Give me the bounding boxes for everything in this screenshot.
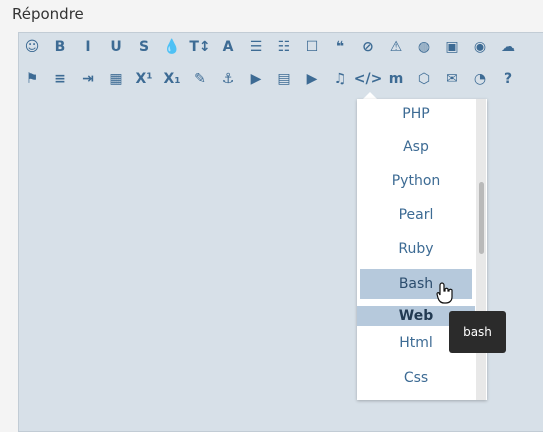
indent-icon: ⇥ (82, 71, 94, 87)
ordered-list-icon: ☰ (249, 39, 263, 55)
font-button[interactable]: A (214, 34, 242, 60)
bullet-list-button[interactable]: ☷ (270, 34, 298, 60)
reply-title: Répondre (12, 5, 84, 23)
font-size-button[interactable]: T↕ (186, 34, 214, 60)
play-button[interactable]: ▶ (242, 66, 270, 92)
rss-icon: ◔ (473, 71, 487, 87)
image-icon: ▣ (445, 39, 459, 55)
html5-icon: ⬡ (417, 71, 431, 87)
font-icon: A (222, 39, 234, 55)
dropdown-item-php[interactable]: PHP (357, 99, 475, 129)
globe-button[interactable]: ◍ (410, 34, 438, 60)
code-icon: </> (353, 71, 383, 87)
code-button[interactable]: </> (353, 66, 383, 92)
subscript-button[interactable]: X₁ (158, 66, 186, 92)
dropdown-item-bash[interactable]: Bash (360, 269, 472, 299)
camera-icon: ◉ (473, 39, 487, 55)
flag-icon: ⚑ (25, 71, 39, 87)
superscript-icon: X¹ (135, 71, 153, 87)
bold-button[interactable]: B (46, 34, 74, 60)
font-size-icon: T↕ (189, 39, 211, 55)
align-left-button[interactable]: ≡ (46, 66, 74, 92)
anchor-icon: ⚓ (221, 71, 235, 87)
table-icon: ▦ (109, 71, 123, 87)
music-icon: ♫ (333, 71, 347, 87)
camera-button[interactable]: ◉ (466, 34, 494, 60)
hand-cursor-icon (436, 282, 453, 304)
bold-icon: B (54, 39, 66, 55)
quote-icon: ❝ (335, 39, 345, 55)
italic-icon: I (85, 39, 91, 55)
table-button[interactable]: ▦ (102, 66, 130, 92)
color-drop-button[interactable]: 💧 (158, 34, 186, 60)
ordered-list-button[interactable]: ☰ (242, 34, 270, 60)
strikethrough-icon: S (138, 39, 150, 55)
youtube-icon: ▶ (306, 71, 318, 87)
warning-button[interactable]: ⚠ (382, 34, 410, 60)
box-button[interactable]: ☐ (298, 34, 326, 60)
music-button[interactable]: ♫ (326, 66, 354, 92)
dropdown-item-asp[interactable]: Asp (357, 132, 475, 162)
box-icon: ☐ (305, 39, 319, 55)
anchor-button[interactable]: ⚓ (214, 66, 242, 92)
code-language-dropdown: PHP Asp Python Pearl Ruby Bash Web Html … (357, 99, 487, 400)
dropdown-item-pearl[interactable]: Pearl (357, 200, 475, 230)
smiley-icon: ☺ (24, 39, 40, 55)
spoiler-icon: ⊘ (362, 39, 374, 55)
help-icon: ? (503, 71, 513, 87)
image-button[interactable]: ▣ (438, 34, 466, 60)
film-button[interactable]: ▤ (270, 66, 298, 92)
toolbar-row-2: ⚑ ≡ ⇥ ▦ X¹ X₁ ✎ ⚓ ▶ ▤ ▶ ♫ </> m ⬡ ✉ ◔? (18, 66, 522, 92)
brush-icon: ✎ (194, 71, 206, 87)
flag-button[interactable]: ⚑ (18, 66, 46, 92)
dropdown-scrollbar-thumb[interactable] (479, 182, 484, 254)
underline-icon: U (110, 39, 122, 55)
indent-button[interactable]: ⇥ (74, 66, 102, 92)
quote-button[interactable]: ❝ (326, 34, 354, 60)
rss-button[interactable]: ◔ (466, 66, 494, 92)
math-icon: m (388, 71, 404, 87)
play-icon: ▶ (250, 71, 262, 87)
color-drop-icon: 💧 (163, 39, 181, 55)
smiley-button[interactable]: ☺ (18, 34, 46, 60)
film-icon: ▤ (277, 71, 291, 87)
html5-button[interactable]: ⬡ (410, 66, 438, 92)
help-button[interactable]: ? (494, 66, 522, 92)
toolbar-row-1: ☺ B I U S 💧 T↕ A ☰ ☷ ☐ ❝ ⊘ ⚠ ◍ ▣ ◉ ☁ (18, 34, 522, 60)
spoiler-button[interactable]: ⊘ (354, 34, 382, 60)
align-left-icon: ≡ (54, 71, 66, 87)
bullet-list-icon: ☷ (277, 39, 291, 55)
math-button[interactable]: m (382, 66, 410, 92)
bash-tooltip: bash (449, 311, 506, 353)
brush-button[interactable]: ✎ (186, 66, 214, 92)
strikethrough-button[interactable]: S (130, 34, 158, 60)
subscript-icon: X₁ (163, 71, 181, 87)
envelope-button[interactable]: ✉ (438, 66, 466, 92)
dropdown-item-ruby[interactable]: Ruby (357, 234, 475, 264)
upload-button[interactable]: ☁ (494, 34, 522, 60)
envelope-icon: ✉ (446, 71, 458, 87)
underline-button[interactable]: U (102, 34, 130, 60)
globe-icon: ◍ (417, 39, 431, 55)
upload-icon: ☁ (501, 39, 515, 55)
italic-button[interactable]: I (74, 34, 102, 60)
superscript-button[interactable]: X¹ (130, 66, 158, 92)
warning-icon: ⚠ (389, 39, 403, 55)
youtube-button[interactable]: ▶ (298, 66, 326, 92)
dropdown-item-python[interactable]: Python (357, 166, 475, 196)
dropdown-item-css[interactable]: Css (357, 363, 475, 393)
